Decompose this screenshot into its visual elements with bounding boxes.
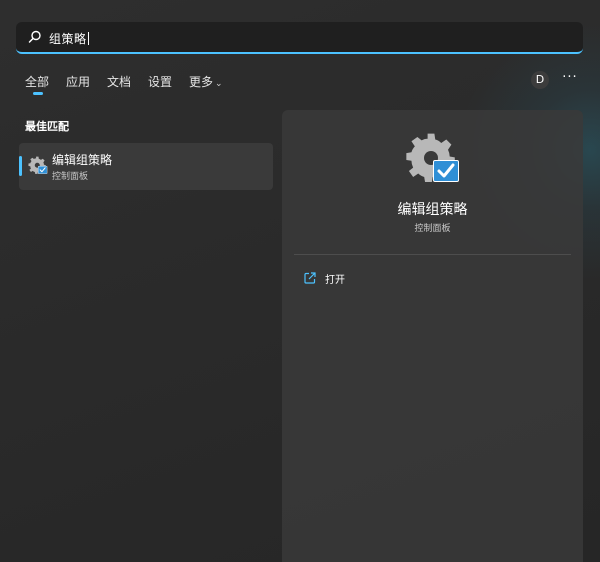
result-subtitle: 控制面板: [52, 172, 89, 182]
gear-checkmark-icon: [28, 156, 48, 174]
divider: [294, 254, 571, 255]
selection-indicator: [19, 156, 22, 176]
tab-more[interactable]: 更多 ⌄: [189, 73, 223, 90]
open-action-label: 打开: [325, 275, 345, 286]
more-options-button[interactable]: ···: [560, 71, 580, 89]
account-avatar[interactable]: D: [531, 71, 549, 89]
best-match-heading: 最佳匹配: [25, 120, 69, 133]
tab-active-indicator: [33, 92, 43, 95]
search-box[interactable]: 组策略: [16, 22, 583, 54]
result-title: 编辑组策略: [52, 153, 113, 167]
best-match-result[interactable]: 编辑组策略 控制面板: [19, 143, 273, 190]
detail-title: 编辑组策略: [397, 202, 468, 218]
tab-documents[interactable]: 文档: [107, 73, 131, 90]
detail-panel: 编辑组策略 控制面板 打开: [282, 110, 583, 562]
chevron-down-icon: ⌄: [215, 79, 223, 89]
text-caret: [87, 32, 89, 45]
tab-all[interactable]: 全部: [25, 73, 49, 90]
detail-subtitle: 控制面板: [414, 224, 451, 234]
search-query: 组策略: [49, 32, 87, 46]
gear-checkmark-icon: [406, 133, 459, 183]
search-input[interactable]: 组策略: [49, 30, 89, 47]
open-action[interactable]: 打开: [298, 268, 418, 290]
open-external-icon: [304, 272, 316, 284]
tab-apps[interactable]: 应用: [66, 73, 90, 90]
ellipsis-icon: ···: [562, 70, 578, 85]
search-icon: [28, 30, 41, 43]
tab-settings[interactable]: 设置: [148, 73, 172, 90]
